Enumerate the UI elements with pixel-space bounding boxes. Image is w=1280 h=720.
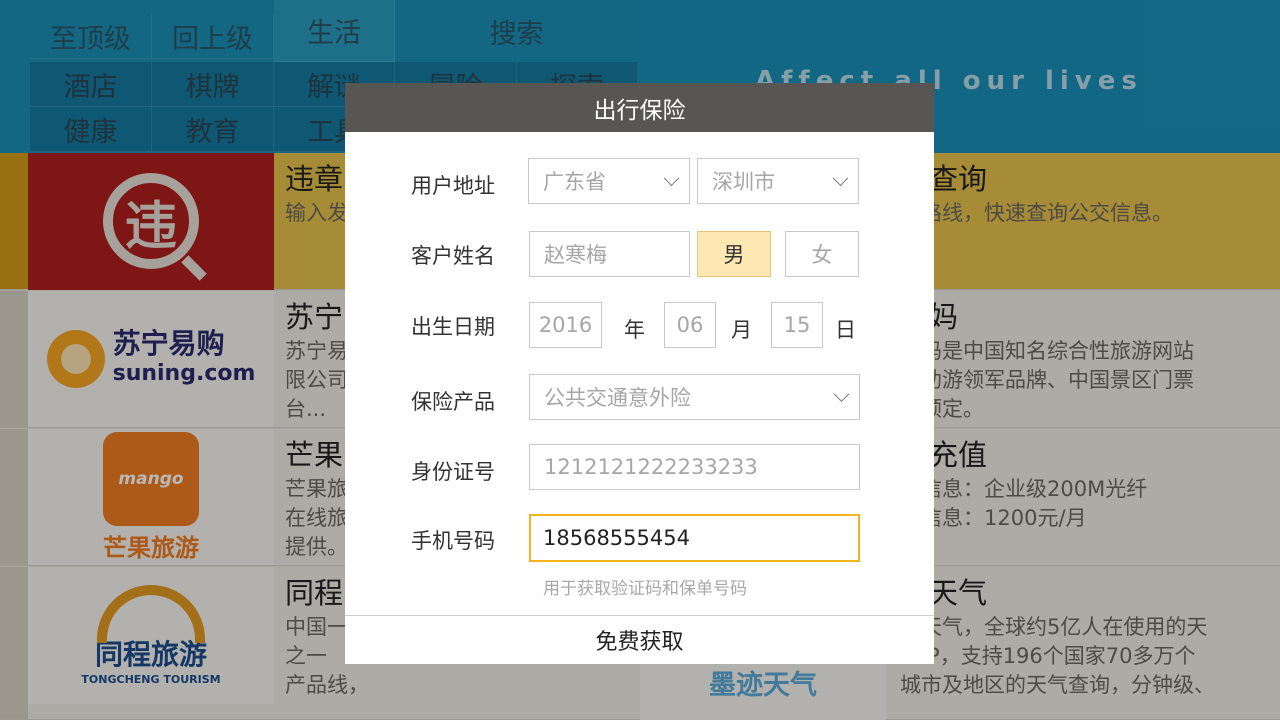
id-number-input[interactable]: 1212121222233233 [529, 444, 860, 490]
month-unit: 月 [731, 318, 752, 342]
birth-year-input[interactable]: 2016 [529, 302, 602, 348]
province-select[interactable]: 广东省 [528, 158, 690, 204]
dialog-title: 出行保险 [345, 83, 934, 132]
chevron-down-icon [833, 386, 850, 403]
chevron-down-icon [663, 170, 680, 187]
get-free-button[interactable]: 免费获取 [345, 615, 934, 664]
id-label: 身份证号 [411, 460, 495, 484]
phone-hint: 用于获取验证码和保单号码 [543, 579, 747, 599]
gender-male-button[interactable]: 男 [697, 231, 771, 277]
product-select[interactable]: 公共交通意外险 [529, 374, 860, 420]
phone-input[interactable]: 18568555454 [529, 514, 860, 562]
insurance-dialog: 出行保险 用户地址 广东省 深圳市 客户姓名 赵寒梅 男 女 出生日期 2016… [345, 83, 934, 664]
birth-label: 出生日期 [411, 315, 495, 339]
year-unit: 年 [624, 318, 645, 342]
gender-female-button[interactable]: 女 [785, 231, 859, 277]
phone-label: 手机号码 [411, 529, 495, 553]
birth-day-input[interactable]: 15 [771, 302, 823, 348]
product-label: 保险产品 [411, 390, 495, 414]
name-input[interactable]: 赵寒梅 [529, 231, 690, 277]
chevron-down-icon [832, 170, 849, 187]
birth-month-input[interactable]: 06 [664, 302, 716, 348]
name-label: 客户姓名 [411, 244, 495, 268]
address-label: 用户地址 [411, 174, 495, 198]
day-unit: 日 [835, 318, 856, 342]
city-select[interactable]: 深圳市 [697, 158, 859, 204]
